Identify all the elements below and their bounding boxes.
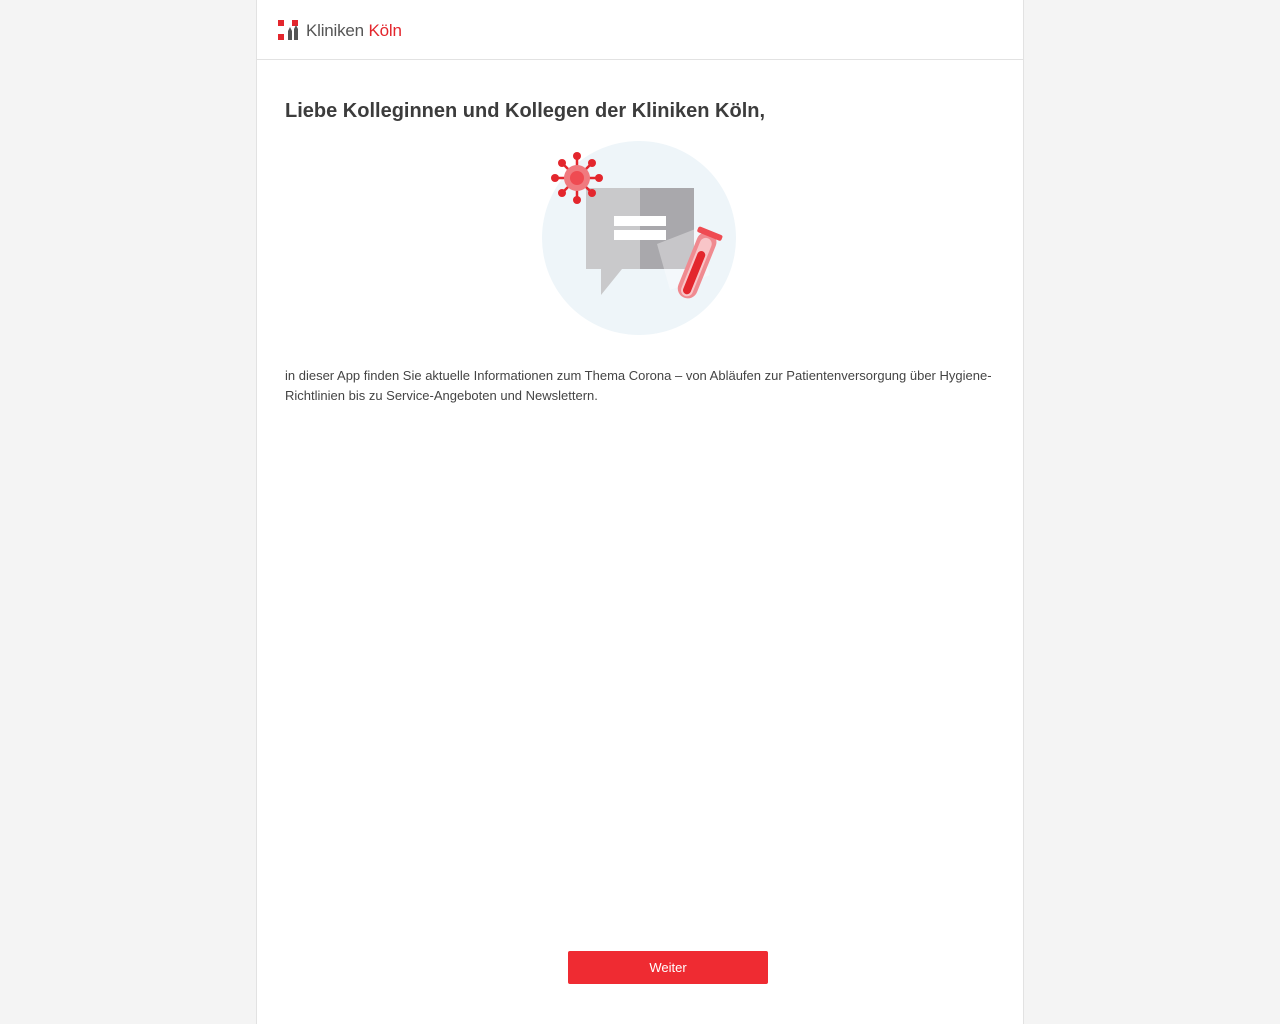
intro-text: in dieser App finden Sie aktuelle Inform… <box>285 368 992 403</box>
kliniken-koeln-logo-icon <box>278 20 298 40</box>
next-button[interactable]: Weiter <box>568 951 768 984</box>
corona-info-chat-icon <box>542 141 736 335</box>
logo-text: Kliniken Köln <box>306 19 402 43</box>
kliniken-koeln-logo: Kliniken Köln <box>277 19 402 43</box>
greeting-title: Liebe Kolleginnen und Kollegen der Klini… <box>285 100 766 122</box>
app-window: Kliniken Köln Liebe Kolleginnen und Koll… <box>256 0 1024 1024</box>
logo-text-kliniken: Kliniken <box>306 21 364 40</box>
logo-text-koeln: Köln <box>368 21 402 40</box>
app-header: Kliniken Köln <box>257 0 1023 60</box>
